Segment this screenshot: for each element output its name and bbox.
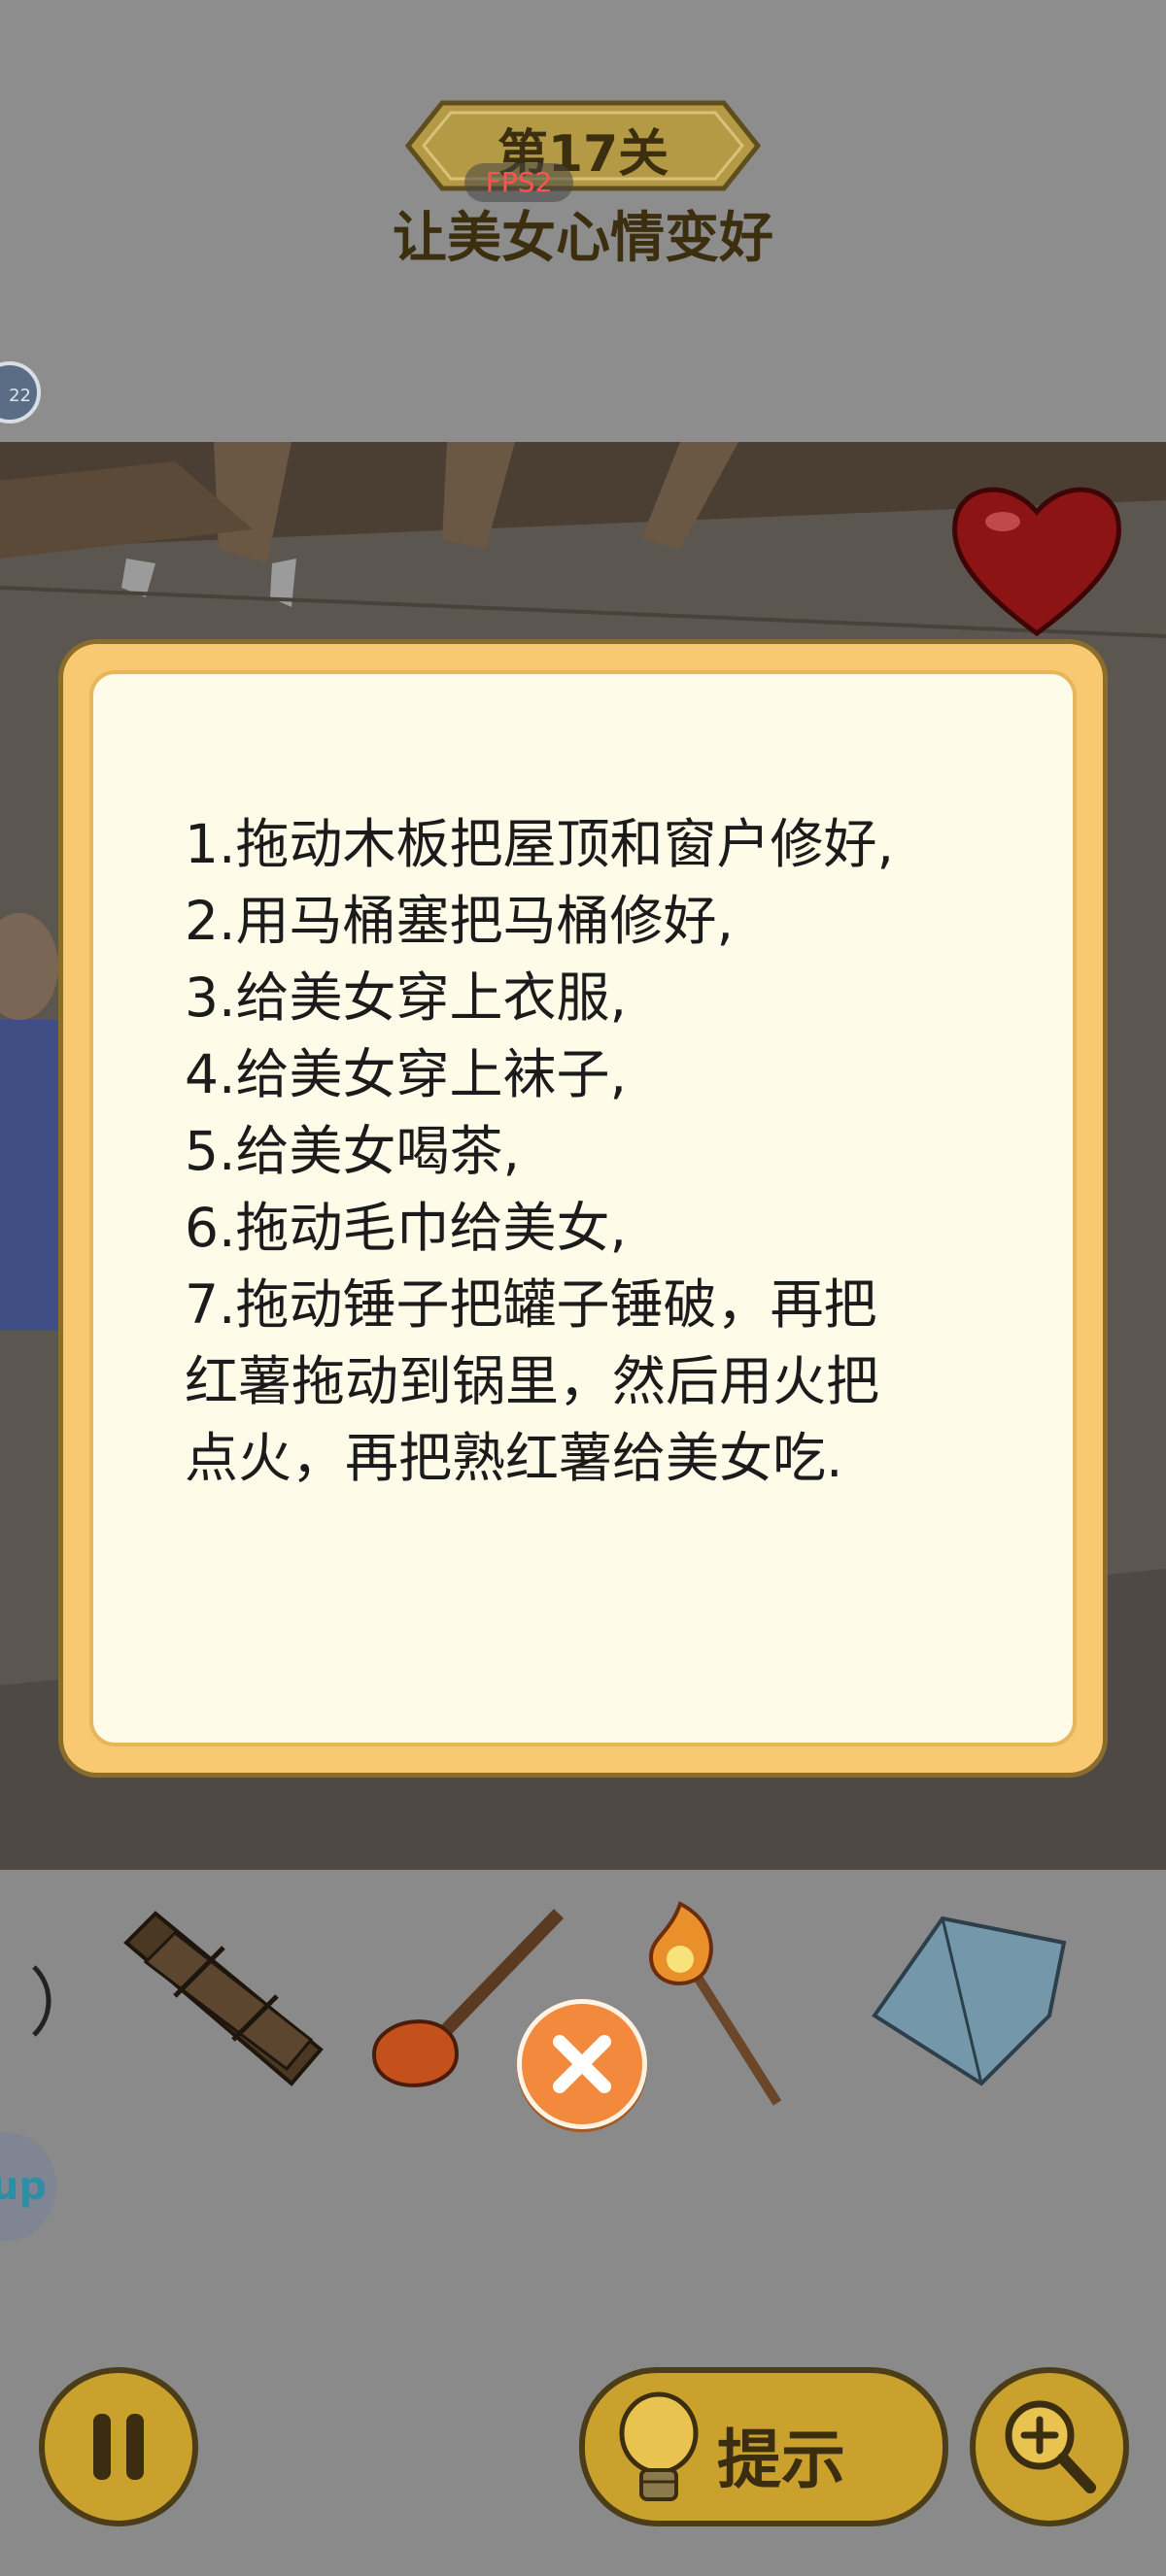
zoom-button[interactable] bbox=[970, 2367, 1129, 2526]
planks-icon[interactable] bbox=[117, 1904, 330, 2098]
hint-line: 5.给美女喝茶, bbox=[185, 1120, 520, 1182]
hint-line: 红薯拖动到锅里，然后用火把 bbox=[185, 1350, 880, 1412]
level-banner: 第17关 bbox=[389, 97, 777, 194]
hint-text: 1.拖动木板把屋顶和窗户修好, 2.用马桶塞把马桶修好, 3.给美女穿上衣服, … bbox=[185, 806, 1040, 1497]
hint-button[interactable]: 提示 bbox=[579, 2367, 948, 2526]
level-title: 第17关 bbox=[497, 125, 669, 184]
hint-line: 1.拖动木板把屋顶和窗户修好, bbox=[185, 813, 894, 875]
hint-line: 点火，再把熟红薯给美女吃. bbox=[185, 1427, 843, 1489]
towel-icon[interactable] bbox=[865, 1909, 1069, 2093]
hint-button-label: 提示 bbox=[717, 2423, 845, 2497]
hint-line: 2.用马桶塞把马桶修好, bbox=[185, 890, 734, 952]
level-subtitle: 让美女心情变好 bbox=[393, 207, 773, 270]
close-icon bbox=[553, 2035, 611, 2093]
close-button[interactable] bbox=[517, 1999, 647, 2129]
hint-line: 3.给美女穿上衣服, bbox=[185, 966, 627, 1029]
pause-icon bbox=[93, 2414, 144, 2480]
hint-line: 4.给美女穿上袜子, bbox=[185, 1043, 627, 1105]
partial-item-icon[interactable] bbox=[29, 1962, 58, 2040]
pause-button[interactable] bbox=[39, 2367, 198, 2526]
torch-icon[interactable] bbox=[641, 1899, 787, 2113]
lightbulb-icon bbox=[619, 2391, 699, 2501]
hint-line: 7.拖动锤子把罐子锤破，再把 bbox=[185, 1273, 877, 1336]
zoom-in-icon bbox=[1005, 2400, 1096, 2493]
heart-icon bbox=[944, 478, 1129, 643]
hint-line: 6.拖动毛巾给美女, bbox=[185, 1197, 627, 1259]
